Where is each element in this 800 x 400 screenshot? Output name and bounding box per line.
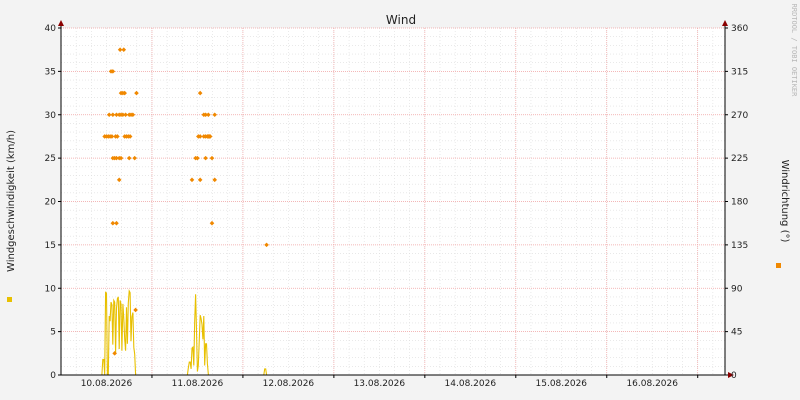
left-tick-label: 15 [45, 241, 56, 251]
left-tick-label: 35 [45, 67, 56, 77]
left-tick-label: 5 [50, 328, 56, 338]
left-tick-label: 0 [50, 371, 56, 381]
right-tick-label: 180 [731, 198, 748, 208]
left-tick-label: 20 [45, 198, 57, 208]
x-tick-label: 14.08.2026 [445, 379, 497, 389]
right-tick-label: 0 [731, 371, 737, 381]
x-tick-label: 15.08.2026 [536, 379, 588, 389]
x-tick-label: 16.08.2026 [626, 379, 678, 389]
x-tick-label: 11.08.2026 [172, 379, 224, 389]
right-tick-label: 90 [731, 284, 743, 294]
right-tick-label: 360 [731, 24, 748, 34]
x-tick-label: 13.08.2026 [354, 379, 406, 389]
left-tick-label: 10 [45, 284, 57, 294]
x-tick-label: 12.08.2026 [263, 379, 315, 389]
chart-title: Wind [386, 13, 416, 27]
speed-legend-swatch [7, 297, 12, 302]
left-tick-label: 40 [45, 24, 57, 34]
right-tick-label: 135 [731, 241, 748, 251]
right-tick-label: 315 [731, 67, 748, 77]
left-tick-label: 25 [45, 154, 56, 164]
right-tick-label: 45 [731, 328, 742, 338]
right-tick-label: 270 [731, 111, 748, 121]
right-axis-label: Windrichtung (°) [779, 160, 790, 243]
right-tick-label: 225 [731, 154, 748, 164]
wind-chart: 0 5 10 15 20 25 30 35 40 0 45 90 135 180 225 270 315 360 1… [0, 0, 800, 400]
direction-legend-swatch [776, 263, 781, 268]
left-axis-label: Windgeschwindigkeit (km/h) [6, 130, 17, 272]
wind-chart-figure: 0 5 10 15 20 25 30 35 40 0 45 90 135 180 225 270 315 360 1… [0, 0, 800, 400]
watermark: RRDTOOL / TOBI OETIKER [790, 4, 798, 98]
left-tick-label: 30 [45, 111, 57, 121]
x-tick-label: 10.08.2026 [81, 379, 133, 389]
